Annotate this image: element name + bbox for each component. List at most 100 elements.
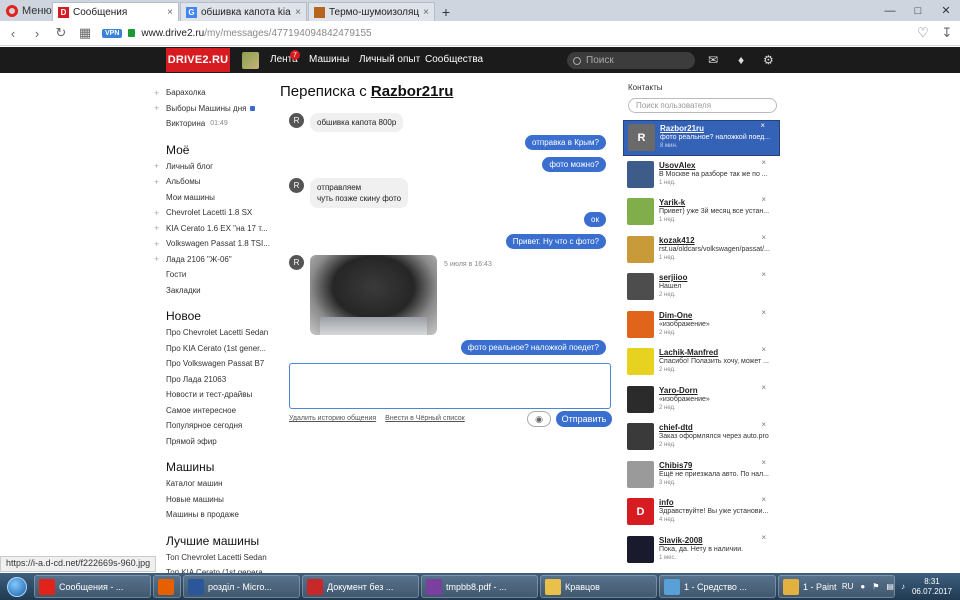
contact-avatar[interactable] <box>627 273 654 300</box>
sidebar-link[interactable]: Выборы Машины дня <box>154 101 274 117</box>
sidebar-link[interactable]: Мои машины <box>154 190 274 206</box>
opera-menu-button[interactable]: Меню <box>0 0 52 21</box>
remove-contact-icon[interactable]: × <box>761 458 766 467</box>
taskbar-app-button[interactable]: Сообщения - ... <box>34 575 151 598</box>
sidebar-link[interactable]: Новости и тест-драйвы <box>154 387 274 403</box>
contact-name[interactable]: kozak412 <box>659 236 776 245</box>
minimize-icon[interactable]: — <box>876 0 904 21</box>
sidebar-link[interactable]: Викторина 01:49 <box>154 116 274 132</box>
contact-name[interactable]: chief-dtd <box>659 423 776 432</box>
flag-icon[interactable]: ⚑ <box>872 582 879 591</box>
close-icon[interactable]: ✕ <box>932 0 960 21</box>
new-tab-button[interactable]: + <box>436 2 456 21</box>
contact-name[interactable]: Slavik-2008 <box>659 536 776 545</box>
taskbar-app-button[interactable] <box>153 575 181 598</box>
sidebar-link[interactable]: KIA Cerato 1.6 EX "на 17 т... <box>154 221 274 237</box>
nav-experience[interactable]: Личный опыт <box>359 54 420 65</box>
sidebar-link[interactable]: Про Volkswagen Passat B7 <box>154 356 274 372</box>
taskbar-app-button[interactable]: tmpbb8.pdf - ... <box>421 575 538 598</box>
remove-contact-icon[interactable]: × <box>761 383 766 392</box>
sidebar-link[interactable]: Про Chevrolet Lacetti Sedan <box>154 325 274 341</box>
nav-communities[interactable]: Сообщества <box>425 54 483 65</box>
sidebar-link[interactable]: Лада 2106 "Ж-06" <box>154 252 274 268</box>
sidebar-link[interactable]: Топ Chevrolet Lacetti Sedan <box>154 550 274 566</box>
contact-item[interactable]: Yarik-k Привет) уже 3й месяц все устан...… <box>623 195 780 231</box>
contact-avatar[interactable] <box>627 423 654 450</box>
clear-history-link[interactable]: Удалить историю общения <box>289 415 376 422</box>
conversation-user-link[interactable]: Razbor21ru <box>371 83 454 100</box>
remove-contact-icon[interactable]: × <box>760 121 765 130</box>
contact-name[interactable]: Razbor21ru <box>660 124 775 133</box>
reload-icon[interactable]: ↻ <box>54 25 68 41</box>
remove-contact-icon[interactable]: × <box>761 233 766 242</box>
contact-item[interactable]: Dinfo Здравствуйте! Вы уже установи... 4 н… <box>623 495 780 531</box>
site-search-input[interactable]: Поиск <box>567 52 695 69</box>
tab-close-icon[interactable]: × <box>167 7 173 18</box>
messages-icon[interactable]: ✉ <box>708 53 718 67</box>
sender-avatar[interactable]: R <box>289 178 304 193</box>
browser-tab[interactable]: Gобшивка капота kia cerato × <box>180 2 307 21</box>
attach-photo-button[interactable]: ◉ <box>527 411 551 427</box>
browser-tab[interactable]: Термо-шумоизоляция ка× <box>308 2 435 21</box>
contact-avatar[interactable] <box>627 348 654 375</box>
browser-tab[interactable]: D Сообщения × <box>52 2 179 21</box>
sidebar-link[interactable]: Машины в продаже <box>154 507 274 523</box>
contact-avatar[interactable] <box>627 460 654 488</box>
drive2-logo[interactable]: DRIVE2.RU <box>166 48 230 72</box>
nav-cars[interactable]: Машины <box>309 54 349 65</box>
blacklist-link[interactable]: Внести в Чёрный список <box>385 415 465 422</box>
contact-name[interactable]: Dim-One <box>659 311 776 320</box>
contact-avatar[interactable] <box>627 160 654 188</box>
contact-avatar[interactable] <box>627 535 654 563</box>
contact-avatar[interactable] <box>627 310 654 338</box>
back-icon[interactable]: ‹ <box>6 26 20 41</box>
remove-contact-icon[interactable]: × <box>761 308 766 317</box>
sidebar-link[interactable]: Volkswagen Passat 1.8 TSI... <box>154 236 274 252</box>
message-input[interactable] <box>289 363 611 409</box>
sidebar-link[interactable]: Закладки <box>154 283 274 299</box>
contact-avatar[interactable]: D <box>627 498 654 525</box>
help-icon[interactable]: ● <box>860 582 865 591</box>
taskbar-app-button[interactable]: Кравцов <box>540 575 657 598</box>
heart-icon[interactable]: ♡ <box>916 25 930 41</box>
contact-name[interactable]: Lachik-Manfred <box>659 348 776 357</box>
sidebar-link[interactable]: Прямой эфир <box>154 434 274 450</box>
remove-contact-icon[interactable]: × <box>761 270 766 279</box>
remove-contact-icon[interactable]: × <box>761 345 766 354</box>
start-button[interactable] <box>0 573 34 600</box>
sender-avatar[interactable]: R <box>289 113 304 128</box>
contact-name[interactable]: Chibis79 <box>659 461 776 470</box>
download-icon[interactable]: ↧ <box>940 25 954 41</box>
vpn-badge[interactable]: VPN <box>102 28 123 38</box>
sidebar-link[interactable]: Личный блог <box>154 159 274 175</box>
taskbar-app-button[interactable]: 1 - Средство ... <box>659 575 776 598</box>
contact-item[interactable]: serjiioo Нашел 2 нед. × <box>623 270 780 306</box>
tab-close-icon[interactable]: × <box>423 7 429 18</box>
contact-name[interactable]: Yarik-k <box>659 198 776 207</box>
contact-item[interactable]: chief-dtd Заказ оформлялся через auto.pro… <box>623 420 780 456</box>
clock[interactable]: 8:31 06.07.2017 <box>912 577 952 597</box>
forward-icon[interactable]: › <box>30 26 44 41</box>
sidebar-link[interactable]: Про KIA Cerato (1st gener... <box>154 341 274 357</box>
contact-item[interactable]: Slavik-2008 Пока, да. Нету в наличии. 1 ме… <box>623 533 780 569</box>
remove-contact-icon[interactable]: × <box>761 533 766 542</box>
sidebar-link[interactable]: Каталог машин <box>154 476 274 492</box>
contact-item[interactable]: R Razbor21ru фото реальное? наложкой поед.… <box>623 120 780 156</box>
remove-contact-icon[interactable]: × <box>761 495 766 504</box>
remove-contact-icon[interactable]: × <box>761 158 766 167</box>
hood-photo[interactable] <box>310 255 437 335</box>
contact-name[interactable]: info <box>659 498 776 507</box>
contact-avatar[interactable] <box>627 198 654 225</box>
sidebar-link[interactable]: Барахолка <box>154 85 274 101</box>
language-indicator[interactable]: RU <box>842 582 854 591</box>
contact-name[interactable]: Yaro-Dorn <box>659 386 776 395</box>
contact-avatar[interactable] <box>627 235 654 263</box>
tab-close-icon[interactable]: × <box>295 7 301 18</box>
taskbar-app-button[interactable]: розділ - Micro... <box>183 575 300 598</box>
sidebar-link[interactable]: Альбомы <box>154 174 274 190</box>
contact-search-input[interactable]: Поиск пользователя <box>628 98 777 113</box>
contact-item[interactable]: kozak412 rst.ua/oldcars/volkswagen/passat… <box>623 233 780 269</box>
url-field[interactable]: VPN www.drive2.ru/my/messages/4771940948… <box>102 28 906 39</box>
sender-avatar[interactable]: R <box>289 255 304 270</box>
sidebar-link[interactable]: Chevrolet Lacetti 1.8 SX <box>154 205 274 221</box>
